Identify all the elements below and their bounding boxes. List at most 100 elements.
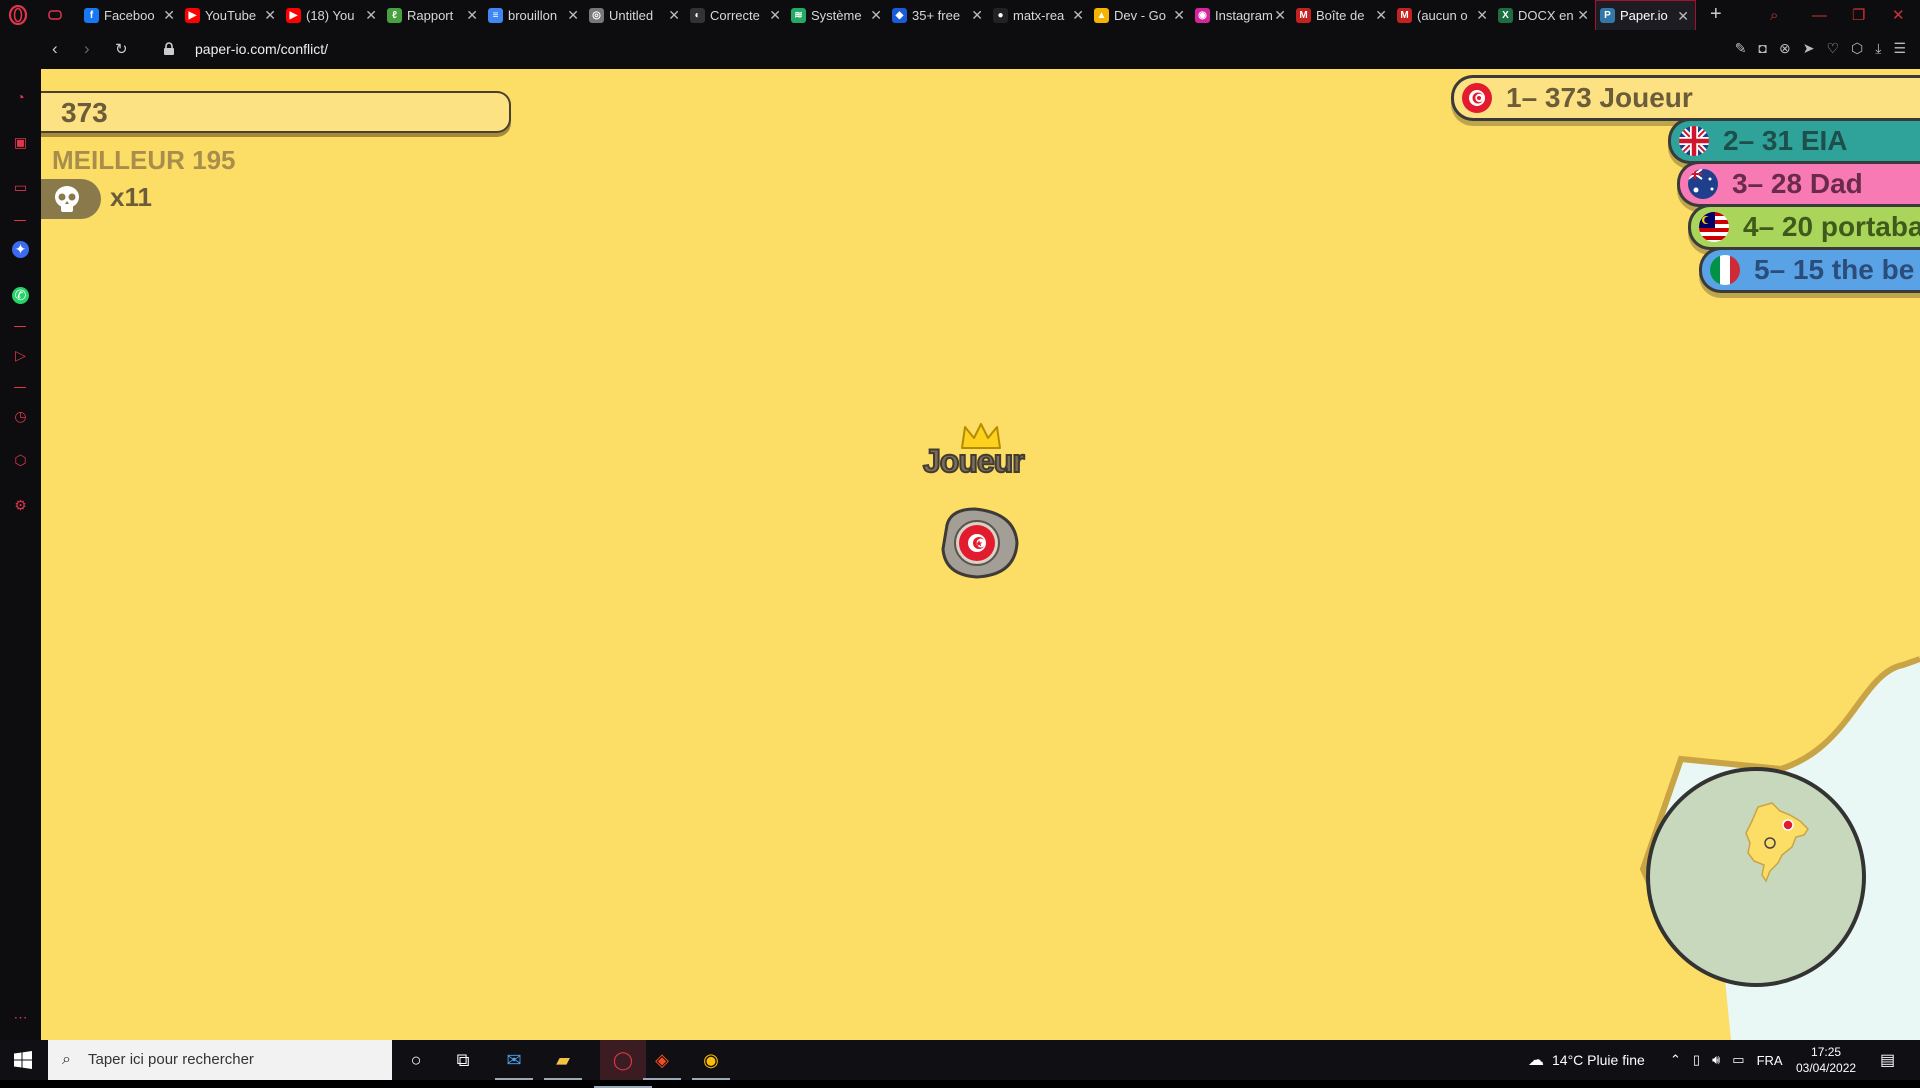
- gmail-icon: M: [1296, 7, 1311, 23]
- notifications-icon[interactable]: ▤: [1880, 1040, 1895, 1080]
- tab-close-icon[interactable]: ✕: [1476, 7, 1488, 24]
- clock[interactable]: 17:25 03/04/2022: [1796, 1044, 1856, 1076]
- excel-icon: X: [1498, 7, 1513, 23]
- more-icon[interactable]: ⋯: [12, 1009, 29, 1026]
- network-icon[interactable]: ▭: [1732, 1052, 1744, 1068]
- whatsapp-icon[interactable]: ✆: [12, 287, 29, 304]
- browser-tab[interactable]: P Paper.io ✕: [1595, 0, 1696, 30]
- tab-close-icon[interactable]: ✕: [163, 7, 175, 24]
- diamond-icon: ◆: [892, 7, 907, 23]
- address-bar: ‹ › ↻ paper-io.com/conflict/ ✎ ◘ ⊗ ➤ ♡ ⬡…: [0, 30, 1920, 69]
- opera-taskbar-icon[interactable]: ◯: [594, 1040, 652, 1088]
- forward-button[interactable]: ›: [84, 39, 90, 59]
- browser-tab[interactable]: X DOCX en ✕: [1494, 0, 1595, 30]
- tab-close-icon[interactable]: ✕: [567, 7, 579, 24]
- player-icon[interactable]: ▷: [12, 347, 29, 364]
- browser-tab[interactable]: ▶ (18) You ✕: [282, 0, 383, 30]
- australia-flag-icon: [1688, 169, 1718, 199]
- speed-dial-icon[interactable]: ◔: [12, 89, 29, 106]
- twitch-icon[interactable]: ▭: [12, 179, 29, 196]
- weather-widget[interactable]: ☁ 14°C Pluie fine: [1528, 1040, 1645, 1080]
- browser-tab[interactable]: ▲ Dev - Go ✕: [1090, 0, 1191, 30]
- leaderboard-entry: 3– 28 Dad: [1677, 161, 1920, 207]
- windows-start-icon[interactable]: [14, 1051, 32, 1069]
- edit-icon[interactable]: ✎: [1735, 40, 1747, 57]
- minimize-button[interactable]: —: [1812, 0, 1827, 30]
- google-docs-icon: ≡: [488, 7, 503, 23]
- browser-tab[interactable]: ◆ 35+ free ✕: [888, 0, 989, 30]
- figma-icon[interactable]: ◈: [643, 1048, 681, 1080]
- shopping-bag-icon[interactable]: ▣: [12, 134, 29, 151]
- adblock-icon[interactable]: ⊗: [1779, 40, 1791, 57]
- opera-logo-icon[interactable]: [8, 5, 28, 25]
- grammar-icon: ◐: [690, 7, 705, 23]
- reload-button[interactable]: ↻: [115, 40, 128, 58]
- workspaces-icon[interactable]: [48, 8, 62, 22]
- task-view-icon[interactable]: ⧉: [450, 1048, 476, 1072]
- history-icon[interactable]: ◷: [12, 408, 29, 425]
- browser-tab[interactable]: ≡ brouillon ✕: [484, 0, 585, 30]
- back-button[interactable]: ‹: [52, 39, 58, 59]
- tab-close-icon[interactable]: ✕: [1375, 7, 1387, 24]
- language-indicator[interactable]: FRA: [1757, 1053, 1783, 1068]
- heart-icon[interactable]: ♡: [1826, 40, 1839, 57]
- browser-tab[interactable]: M Boîte de ✕: [1292, 0, 1393, 30]
- tab-close-icon[interactable]: ✕: [1577, 7, 1589, 24]
- restore-button[interactable]: ❐: [1852, 0, 1865, 30]
- taskbar-search-box[interactable]: ⌕ Taper ici pour rechercher: [48, 1040, 392, 1080]
- tab-close-icon[interactable]: ✕: [668, 7, 680, 24]
- score-value: 373: [61, 97, 108, 128]
- tab-close-icon[interactable]: ✕: [264, 7, 276, 24]
- camera-icon[interactable]: ◘: [1759, 40, 1767, 57]
- tab-close-icon[interactable]: ✕: [1072, 7, 1084, 24]
- tab-search-icon[interactable]: ⌕: [1770, 0, 1778, 30]
- cube-icon[interactable]: ⬡: [1851, 40, 1863, 57]
- lock-icon[interactable]: [163, 42, 175, 56]
- search-placeholder: Taper ici pour rechercher: [88, 1051, 254, 1068]
- browser-tab[interactable]: ▶ YouTube ✕: [181, 0, 282, 30]
- url-field[interactable]: paper-io.com/conflict/: [195, 41, 328, 57]
- messenger-icon[interactable]: ✦: [12, 241, 29, 258]
- battery-icon[interactable]: ▯: [1693, 1052, 1700, 1068]
- leaderboard-text: 2– 31 EIA: [1723, 125, 1848, 156]
- browser-tab[interactable]: ≋ Système ✕: [787, 0, 888, 30]
- tab-close-icon[interactable]: ✕: [1677, 8, 1689, 25]
- chrome-icon[interactable]: ◉: [692, 1048, 730, 1080]
- browser-tab[interactable]: ● matx-rea ✕: [989, 0, 1090, 30]
- mail-icon[interactable]: ✉: [495, 1048, 533, 1080]
- tab-label: 35+ free: [912, 7, 961, 23]
- send-icon[interactable]: ➤: [1803, 40, 1815, 57]
- tunisia-flag-icon: [1462, 83, 1492, 113]
- browser-tab[interactable]: f Faceboo ✕: [80, 0, 181, 30]
- chevron-up-icon[interactable]: ⌃: [1670, 1052, 1681, 1068]
- volume-icon[interactable]: 🔊︎: [1712, 1052, 1720, 1068]
- tab-close-icon[interactable]: ✕: [971, 7, 983, 24]
- tab-close-icon[interactable]: ✕: [769, 7, 781, 24]
- tab-label: Correcte: [710, 7, 760, 23]
- browser-tab[interactable]: ◎ Untitled ✕: [585, 0, 686, 30]
- game-canvas[interactable]: 373 MEILLEUR 195 x11 1– 373 Joueur 2– 31 …: [41, 69, 1920, 1040]
- menu-icon[interactable]: ☰: [1893, 40, 1906, 57]
- tab-label: Système: [811, 7, 862, 23]
- search-icon: ⌕: [62, 1051, 71, 1068]
- new-tab-button[interactable]: +: [1710, 3, 1722, 26]
- cortana-icon[interactable]: ○: [403, 1048, 429, 1072]
- browser-tab[interactable]: ℓ Rapport ✕: [383, 0, 484, 30]
- download-icon[interactable]: ⤓: [1875, 40, 1881, 57]
- tab-close-icon[interactable]: ✕: [870, 7, 882, 24]
- tab-label: Boîte de: [1316, 7, 1365, 23]
- clock-time: 17:25: [1811, 1045, 1842, 1059]
- tab-close-icon[interactable]: ✕: [365, 7, 377, 24]
- skull-icon: [55, 186, 79, 212]
- settings-gear-icon[interactable]: ⚙: [12, 497, 29, 514]
- leaderboard-entry: 4– 20 portaba: [1688, 204, 1920, 250]
- close-window-button[interactable]: ✕: [1892, 0, 1905, 30]
- browser-tab[interactable]: ◐ Correcte ✕: [686, 0, 787, 30]
- tab-close-icon[interactable]: ✕: [1274, 7, 1286, 24]
- extensions-icon[interactable]: ⬡: [12, 452, 29, 469]
- browser-tab[interactable]: ◉ Instagram ✕: [1191, 0, 1292, 30]
- tab-close-icon[interactable]: ✕: [1173, 7, 1185, 24]
- tab-close-icon[interactable]: ✕: [466, 7, 478, 24]
- browser-tab[interactable]: M (aucun o ✕: [1393, 0, 1494, 30]
- file-explorer-icon[interactable]: ▰: [544, 1048, 582, 1080]
